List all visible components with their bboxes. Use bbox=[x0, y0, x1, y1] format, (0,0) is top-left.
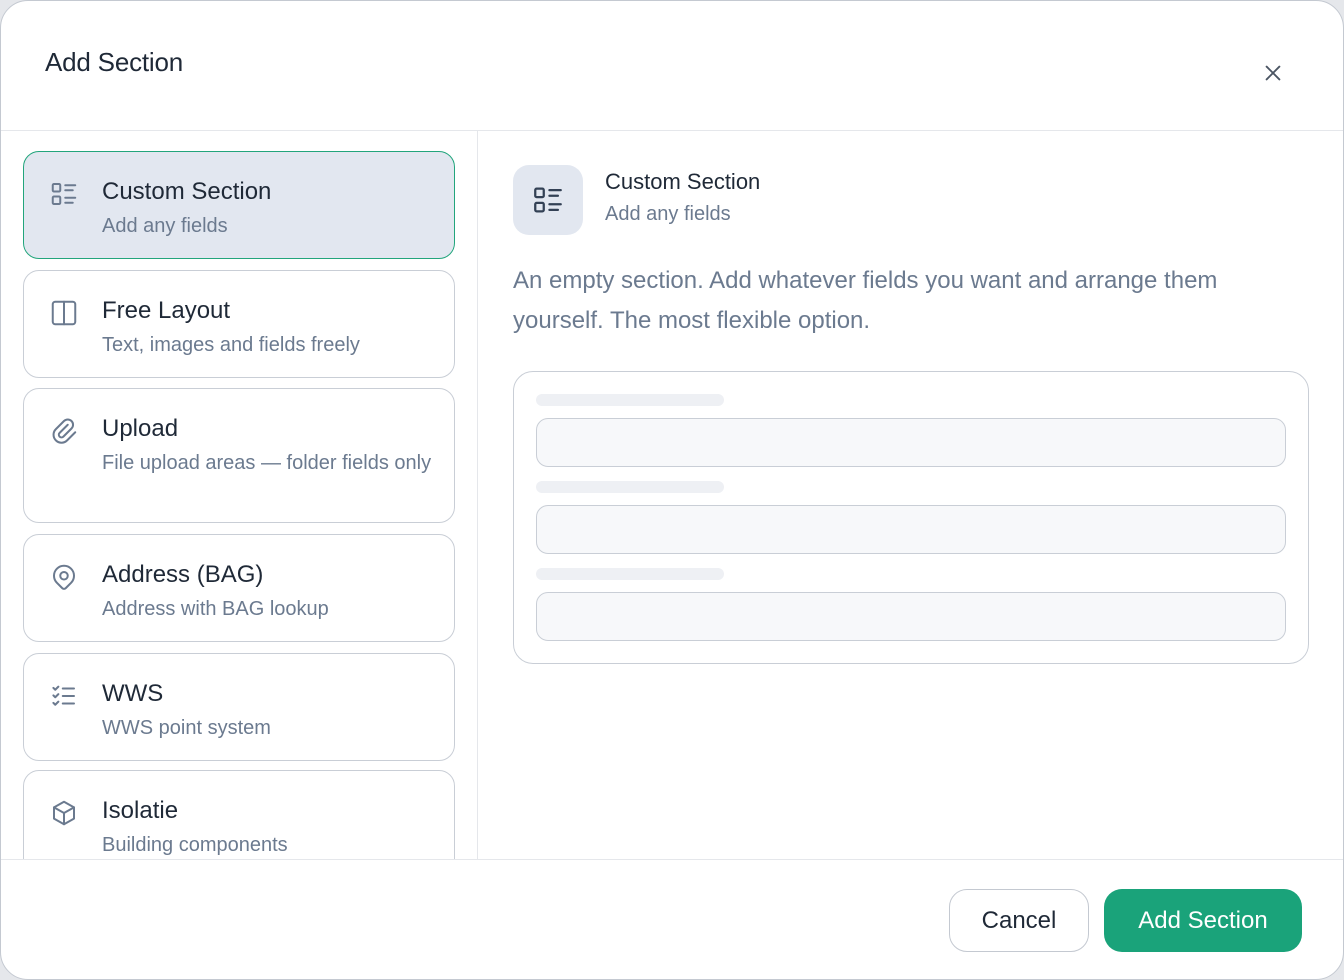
mock-label-placeholder bbox=[536, 394, 724, 406]
option-custom-section[interactable]: Custom Section Add any fields bbox=[23, 151, 455, 259]
mock-label-placeholder bbox=[536, 568, 724, 580]
mock-field-placeholder bbox=[536, 505, 1286, 554]
add-section-button[interactable]: Add Section bbox=[1104, 889, 1302, 952]
cancel-button[interactable]: Cancel bbox=[949, 889, 1089, 952]
option-address-bag[interactable]: Address (BAG) Address with BAG lookup bbox=[23, 534, 455, 642]
dialog-footer: Cancel Add Section bbox=[1, 859, 1343, 979]
preview-title: Custom Section bbox=[605, 169, 761, 194]
option-subtitle: File upload areas — folder fields only bbox=[102, 452, 432, 474]
list-details-icon bbox=[513, 165, 583, 235]
option-subtitle: Building components bbox=[102, 834, 288, 856]
preview-mockup bbox=[513, 371, 1309, 664]
option-isolatie[interactable]: Isolatie Building components bbox=[23, 770, 455, 859]
option-subtitle: Add any fields bbox=[102, 215, 228, 237]
dialog-header: Add Section bbox=[1, 1, 1343, 131]
option-title: Address (BAG) bbox=[102, 561, 264, 588]
option-title: Upload bbox=[102, 415, 179, 442]
close-button[interactable] bbox=[1257, 57, 1289, 89]
add-section-dialog: Add Section Custom Section Add any field… bbox=[0, 0, 1344, 980]
option-subtitle: Address with BAG lookup bbox=[102, 598, 329, 620]
section-type-list[interactable]: Custom Section Add any fields Free Layou… bbox=[1, 131, 478, 859]
close-icon bbox=[1265, 65, 1281, 81]
option-title: Custom Section bbox=[102, 178, 272, 205]
dialog-title: Add Section bbox=[45, 47, 184, 77]
option-title: WWS bbox=[102, 680, 164, 707]
paperclip-icon bbox=[48, 415, 80, 447]
box-icon bbox=[48, 797, 80, 829]
map-pin-icon bbox=[48, 561, 80, 593]
list-details-icon bbox=[48, 178, 80, 210]
mock-field-placeholder bbox=[536, 418, 1286, 467]
preview-description: An empty section. Add whatever fields yo… bbox=[513, 267, 1218, 334]
preview-subtitle: Add any fields bbox=[605, 203, 731, 225]
option-upload[interactable]: Upload File upload areas — folder fields… bbox=[23, 388, 455, 523]
columns-icon bbox=[48, 297, 80, 329]
option-title: Isolatie bbox=[102, 797, 179, 824]
option-free-layout[interactable]: Free Layout Text, images and fields free… bbox=[23, 270, 455, 378]
option-subtitle: WWS point system bbox=[102, 717, 271, 739]
mock-label-placeholder bbox=[536, 481, 724, 493]
mock-field-placeholder bbox=[536, 592, 1286, 641]
option-title: Free Layout bbox=[102, 297, 231, 324]
preview-panel: Custom Section Add any fields An empty s… bbox=[479, 131, 1343, 859]
list-check-icon bbox=[48, 680, 80, 712]
option-wws[interactable]: WWS WWS point system bbox=[23, 653, 455, 761]
option-subtitle: Text, images and fields freely bbox=[102, 334, 360, 356]
